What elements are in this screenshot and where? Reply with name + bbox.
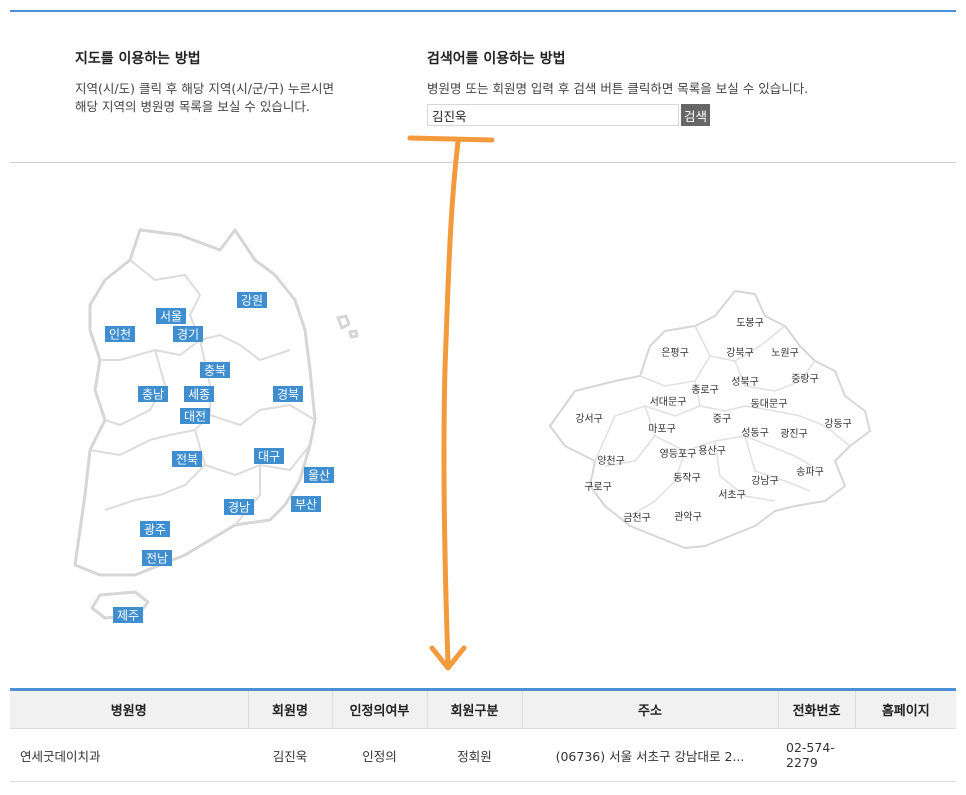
- region-label: 인천: [109, 327, 131, 342]
- col-address-header[interactable]: 주소: [521, 689, 778, 729]
- region-4[interactable]: 충북: [200, 362, 230, 378]
- district-11[interactable]: 중구: [713, 413, 731, 425]
- annotation-vertical-stroke: [441, 139, 461, 666]
- cell-hospital[interactable]: 연세굿데이치과: [10, 728, 248, 782]
- region-12[interactable]: 경남: [224, 499, 254, 515]
- results-table: 병원명 회원명 인정의여부 회원구분 주소 전화번호 홈페이지 연세굿데이치과 …: [10, 688, 956, 782]
- region-label: 광주: [144, 523, 166, 537]
- district-9[interactable]: 동대문구: [751, 398, 788, 410]
- region-15[interactable]: 전남: [142, 550, 172, 566]
- district-6[interactable]: 중랑구: [791, 373, 819, 385]
- region-7[interactable]: 대전: [180, 408, 210, 424]
- table-row[interactable]: 연세굿데이치과 김진욱 인정의 정회원 (06736) 서울 서초구 강남대로 …: [10, 728, 956, 782]
- cell-homepage[interactable]: [855, 728, 956, 782]
- district-24[interactable]: 관악구: [674, 511, 702, 523]
- map-usage-text-2: 해당 지역의 병원명 목록을 보실 수 있습니다.: [75, 99, 310, 114]
- region-13[interactable]: 부산: [291, 496, 321, 512]
- district-12[interactable]: 성동구: [741, 427, 769, 439]
- cell-certified: 인정의: [332, 728, 427, 782]
- district-13[interactable]: 광진구: [780, 428, 808, 440]
- region-14[interactable]: 광주: [140, 521, 170, 537]
- region-1[interactable]: 경기: [173, 326, 203, 342]
- district-5[interactable]: 성북구: [731, 376, 759, 388]
- region-label: 전북: [176, 453, 198, 467]
- district-2[interactable]: 강북구: [726, 347, 754, 359]
- district-4[interactable]: 종로구: [691, 384, 719, 396]
- district-17[interactable]: 용산구: [698, 445, 726, 457]
- region-label: 경남: [228, 501, 250, 515]
- district-23[interactable]: 금천구: [623, 512, 651, 524]
- top-accent-line: [10, 10, 956, 12]
- region-label: 부산: [295, 498, 317, 512]
- ulleung-outline: [336, 314, 351, 330]
- cell-phone: 02-574- 2279: [778, 728, 855, 782]
- search-button[interactable]: 검색: [681, 104, 711, 126]
- district-14[interactable]: 강동구: [824, 418, 852, 430]
- district-20[interactable]: 강남구: [751, 475, 779, 487]
- district-19[interactable]: 동작구: [673, 472, 701, 484]
- district-0[interactable]: 도봉구: [736, 317, 764, 329]
- district-8[interactable]: 서대문구: [650, 396, 687, 408]
- district-22[interactable]: 서초구: [718, 489, 746, 501]
- col-type-header[interactable]: 회원구분: [426, 689, 522, 729]
- cell-address: (06736) 서울 서초구 강남대로 2...: [522, 728, 778, 782]
- region-label: 대전: [184, 410, 206, 424]
- region-3[interactable]: 강원: [237, 292, 267, 308]
- col-homepage-header[interactable]: 홈페이지: [854, 689, 956, 729]
- cell-phone-part2: 2279: [786, 755, 818, 770]
- region-label: 세종: [188, 388, 210, 402]
- region-label: 제주: [117, 609, 139, 623]
- region-label: 충북: [204, 364, 226, 378]
- annotation-arrow: [407, 135, 495, 671]
- region-label: 서울: [160, 310, 182, 324]
- seoul-district-map: 도봉구은평구 강북구 노원구종로구 성북구 중랑구강서구 서대문구 동대문구마포구 중구성동구…: [549, 290, 871, 549]
- region-label: 충남: [142, 388, 164, 402]
- annotation-underline-stroke: [407, 135, 495, 143]
- col-phone-header[interactable]: 전화번호: [777, 689, 855, 729]
- search-usage-guide: 검색어를 이용하는 방법 병원명 또는 회원명 입력 후 검색 버튼 클릭하면 …: [427, 48, 867, 98]
- region-label: 대구: [258, 450, 280, 464]
- region-0[interactable]: 서울: [156, 308, 186, 324]
- district-3[interactable]: 노원구: [771, 347, 799, 359]
- district-18[interactable]: 구로구: [584, 482, 612, 493]
- region-label: 전남: [146, 552, 168, 566]
- search-usage-title: 검색어를 이용하는 방법: [427, 51, 566, 67]
- cell-member: 김진욱: [248, 728, 332, 782]
- col-hospital-header[interactable]: 병원명: [10, 689, 248, 729]
- district-1[interactable]: 은평구: [661, 347, 689, 359]
- district-15[interactable]: 양천구: [597, 455, 625, 467]
- korea-map: 서울경기 인천 강원충북충남 세종대전 경북전북 대구울산경남 부산광주전남제주: [73, 228, 359, 623]
- region-label: 경북: [277, 388, 299, 402]
- region-11[interactable]: 울산: [304, 467, 334, 483]
- cell-phone-part1: 02-574-: [786, 740, 835, 755]
- col-member-header[interactable]: 회원명: [247, 689, 332, 729]
- region-10[interactable]: 대구: [254, 448, 284, 464]
- map-usage-guide: 지도를 이용하는 방법 지역(시/도) 클릭 후 해당 지역(시/군/구) 누르…: [75, 48, 395, 116]
- map-usage-text-1: 지역(시/도) 클릭 후 해당 지역(시/군/구) 누르시면: [75, 81, 335, 96]
- region-2[interactable]: 인천: [105, 326, 135, 342]
- district-7[interactable]: 강서구: [575, 413, 603, 425]
- search-bar: 검색: [427, 104, 711, 126]
- region-label: 경기: [177, 328, 199, 342]
- table-header-row: 병원명 회원명 인정의여부 회원구분 주소 전화번호 홈페이지: [10, 689, 956, 729]
- search-usage-text: 병원명 또는 회원명 입력 후 검색 버튼 클릭하면 목록을 보실 수 있습니다…: [427, 81, 809, 96]
- region-label: 울산: [308, 469, 330, 483]
- district-21[interactable]: 송파구: [796, 466, 824, 478]
- region-9[interactable]: 전북: [172, 451, 202, 467]
- region-6[interactable]: 세종: [184, 386, 214, 402]
- district-16[interactable]: 영등포구: [660, 448, 697, 460]
- region-16[interactable]: 제주: [113, 607, 143, 623]
- region-5[interactable]: 충남: [138, 386, 168, 402]
- map-usage-title: 지도를 이용하는 방법: [75, 51, 201, 67]
- col-certified-header[interactable]: 인정의여부: [331, 689, 427, 729]
- cell-type: 정회원: [427, 728, 522, 782]
- results-table-wrapper: 병원명 회원명 인정의여부 회원구분 주소 전화번호 홈페이지 연세굿데이치과 …: [10, 688, 956, 782]
- region-8[interactable]: 경북: [273, 386, 303, 402]
- dokdo-outline: [348, 329, 359, 339]
- region-label: 강원: [241, 294, 263, 308]
- district-10[interactable]: 마포구: [648, 423, 676, 435]
- korea-mainland-outline: [73, 228, 317, 577]
- search-input[interactable]: [427, 104, 679, 126]
